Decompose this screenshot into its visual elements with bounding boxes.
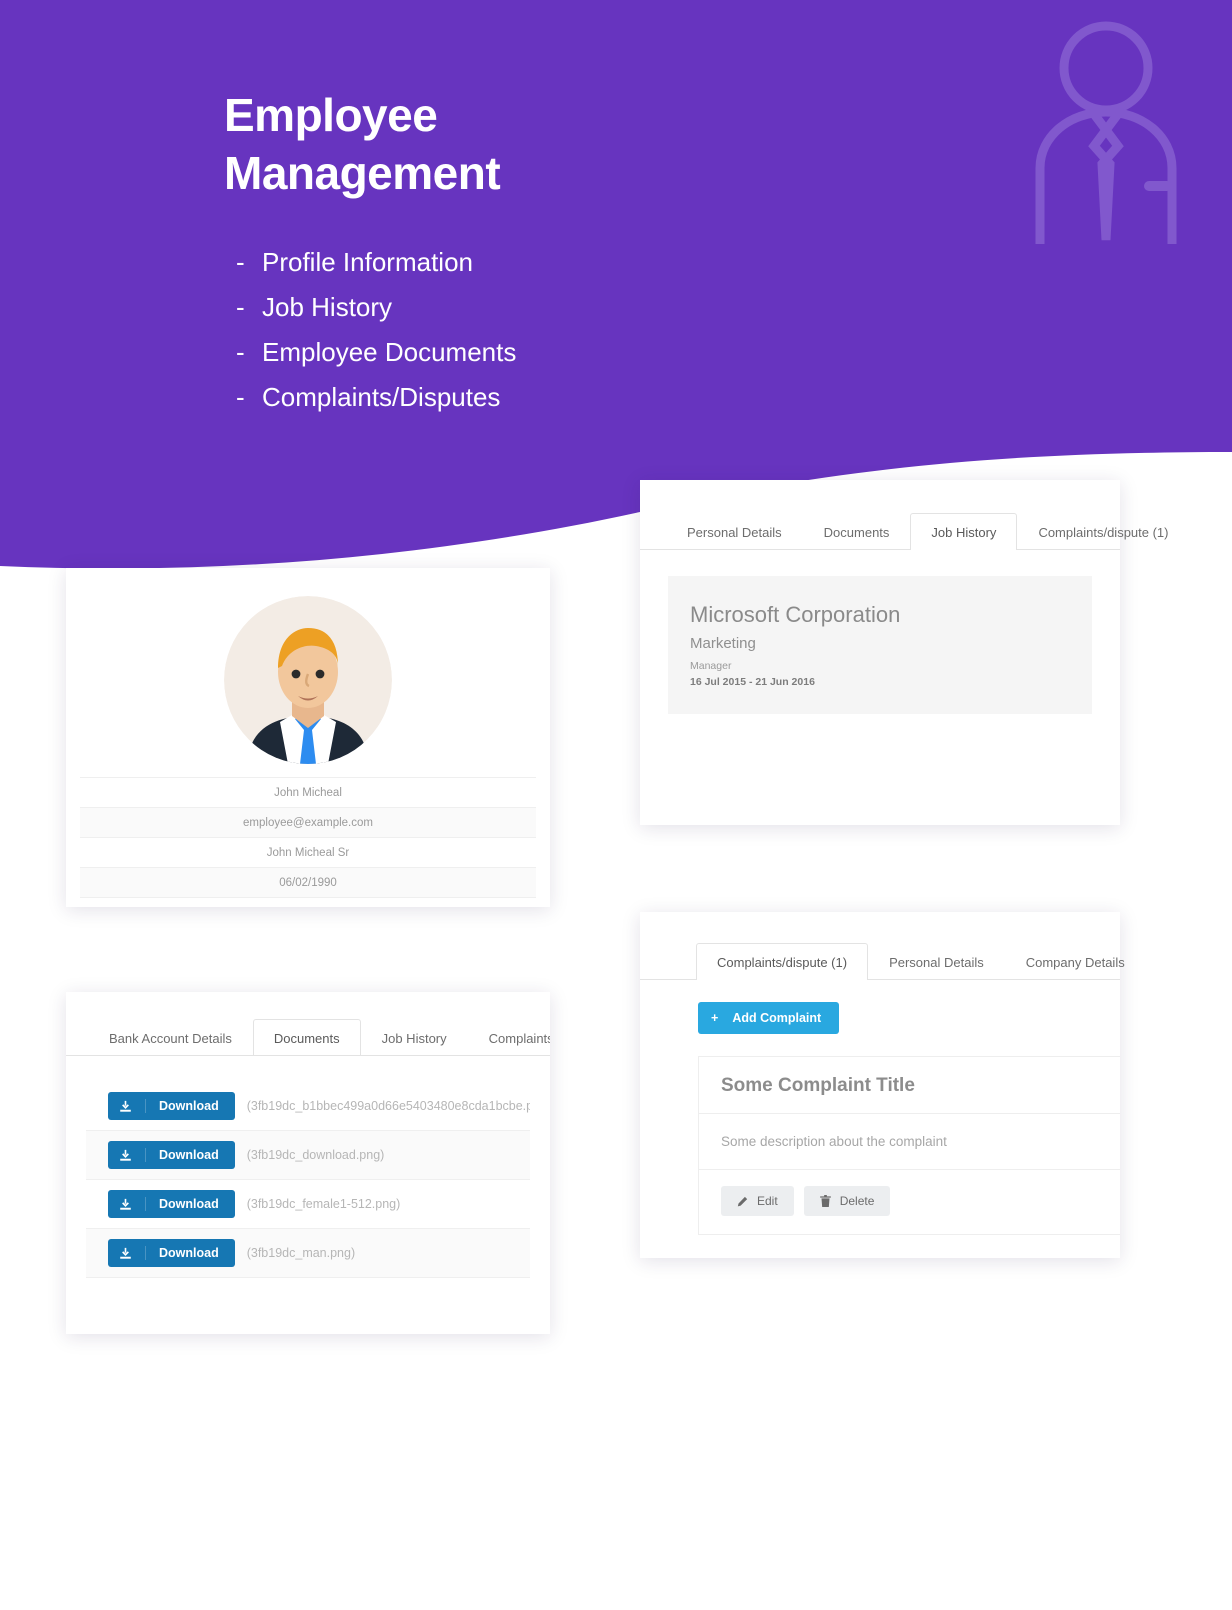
download-icon <box>120 1247 131 1259</box>
download-button-label: Download <box>159 1197 219 1211</box>
page-title-line-2: Management <box>224 147 501 199</box>
document-filename: (3fb19dc_b1bbec499a0d66e5403480e8cda1bcb… <box>246 1099 530 1113</box>
button-divider <box>145 1099 146 1113</box>
person-outline-icon <box>1035 21 1177 244</box>
bullet-dash: - <box>236 337 245 367</box>
profile-field-row: employee@example.com <box>80 808 536 838</box>
add-complaint-button[interactable]: + Add Complaint <box>698 1002 840 1034</box>
tab-2[interactable]: Job History <box>910 513 1018 550</box>
documents-card: Bank Account Details Documents Job History… <box>66 992 550 1334</box>
feature-list-item-label: Job History <box>262 292 393 322</box>
complaint-description: Some description about the complaint <box>699 1114 1120 1170</box>
profile-field-row: John Micheal Sr <box>80 838 536 868</box>
button-divider <box>145 1246 146 1260</box>
job-history-body: Microsoft Corporation Marketing Manager … <box>640 550 1120 714</box>
document-row: Download (3fb19dc_man.png) <box>86 1229 530 1278</box>
page-root: Employee Management - Profile Information… <box>0 0 1232 1610</box>
edit-complaint-button[interactable]: Edit <box>721 1186 794 1216</box>
documents-list: Download (3fb19dc_b1bbec499a0d66e5403480e… <box>66 1056 550 1278</box>
button-divider <box>145 1148 146 1162</box>
delete-label: Delete <box>839 1194 875 1208</box>
add-complaint-label: Add Complaint <box>732 1011 822 1025</box>
complaints-card: Complaints/dispute (1) Personal Details Co… <box>640 912 1125 1258</box>
complaint-title: Some Complaint Title <box>699 1057 1120 1114</box>
profile-field-row: 06/02/1990 <box>80 868 536 898</box>
tab-2[interactable]: Company Details <box>1005 943 1146 980</box>
profile-field-value: John Micheal Sr <box>266 846 350 859</box>
job-date-range: 16 Jul 2015 - 21 Jun 2016 <box>690 676 815 688</box>
complaint-actions: Edit Delete <box>699 1170 1120 1234</box>
job-role: Manager <box>690 660 732 672</box>
complaints-body: + Add Complaint Some Complaint Title Som… <box>640 980 1120 1235</box>
edit-label: Edit <box>757 1194 778 1208</box>
documents-tabbar: Bank Account Details Documents Job History… <box>66 992 550 1056</box>
tab-3[interactable]: Complaints/d <box>468 1019 550 1055</box>
job-department: Marketing <box>690 635 756 652</box>
tab-0[interactable]: Personal Details <box>666 513 803 550</box>
profile-field-value: 06/02/1990 <box>279 876 337 889</box>
trash-icon <box>819 1195 831 1207</box>
job-history-entry: Microsoft Corporation Marketing Manager … <box>668 576 1092 714</box>
male-employee-avatar <box>224 595 392 764</box>
download-button[interactable]: Download <box>108 1190 235 1218</box>
tab-0[interactable]: Complaints/dispute (1) <box>696 943 869 980</box>
profile-field-row: John Micheal <box>80 778 536 808</box>
download-icon <box>120 1198 131 1210</box>
feature-list: - Profile Information - Job History - Employe… <box>236 240 516 420</box>
pencil-icon <box>737 1196 748 1206</box>
document-row: Download (3fb19dc_download.png) <box>86 1131 530 1180</box>
page-title-line-1: Employee <box>224 89 438 141</box>
complaint-item: Some Complaint Title Some description ab… <box>698 1056 1120 1235</box>
page-title: Employee Management <box>224 86 744 202</box>
download-button-label: Download <box>159 1246 219 1260</box>
download-button-label: Download <box>159 1099 219 1113</box>
download-button-label: Download <box>159 1148 219 1162</box>
download-button[interactable]: Download <box>108 1092 235 1120</box>
tab-3[interactable]: Complaints/dispute (1) <box>1017 513 1189 550</box>
download-button[interactable]: Download <box>108 1141 235 1169</box>
tab-1[interactable]: Personal Details <box>868 943 1005 980</box>
delete-complaint-button[interactable]: Delete <box>803 1186 891 1216</box>
feature-list-item: - Employee Documents <box>236 330 516 375</box>
profile-field-list: John Micheal employee@example.com John Mic… <box>66 778 550 898</box>
document-filename: (3fb19dc_female1-512.png) <box>246 1197 401 1211</box>
bullet-dash: - <box>236 247 245 277</box>
document-row: Download (3fb19dc_female1-512.png) <box>86 1180 530 1229</box>
job-history-card: Personal Details Documents Job History Comp… <box>640 480 1169 825</box>
job-company-name: Microsoft Corporation <box>690 602 901 627</box>
feature-list-item: - Complaints/Disputes <box>236 375 516 420</box>
bullet-dash: - <box>236 292 245 322</box>
tab-1[interactable]: Documents <box>252 1019 361 1055</box>
plus-icon: + <box>711 1011 719 1025</box>
profile-card: John Micheal employee@example.com John Mic… <box>66 568 550 907</box>
feature-list-item-label: Employee Documents <box>262 337 517 367</box>
download-button[interactable]: Download <box>108 1239 235 1267</box>
feature-list-item: - Profile Information <box>236 240 516 285</box>
download-icon <box>120 1100 131 1112</box>
tab-2[interactable]: Job History <box>361 1019 468 1055</box>
avatar-container <box>80 582 536 778</box>
complaints-tabbar: Complaints/dispute (1) Personal Details Co… <box>640 912 1125 980</box>
feature-list-item: - Job History <box>236 285 516 330</box>
document-filename: (3fb19dc_man.png) <box>246 1246 356 1260</box>
document-filename: (3fb19dc_download.png) <box>246 1148 385 1162</box>
job-history-tabbar: Personal Details Documents Job History Comp… <box>640 480 1169 550</box>
profile-field-value: employee@example.com <box>243 816 373 829</box>
download-icon <box>120 1149 131 1161</box>
feature-list-item-label: Complaints/Disputes <box>262 382 501 412</box>
tab-1[interactable]: Documents <box>803 513 911 550</box>
tab-0[interactable]: Bank Account Details <box>88 1019 253 1055</box>
bullet-dash: - <box>236 382 245 412</box>
document-row: Download (3fb19dc_b1bbec499a0d66e5403480e… <box>86 1082 530 1131</box>
feature-list-item-label: Profile Information <box>262 247 473 277</box>
profile-field-value: John Micheal <box>274 786 342 799</box>
button-divider <box>145 1197 146 1211</box>
